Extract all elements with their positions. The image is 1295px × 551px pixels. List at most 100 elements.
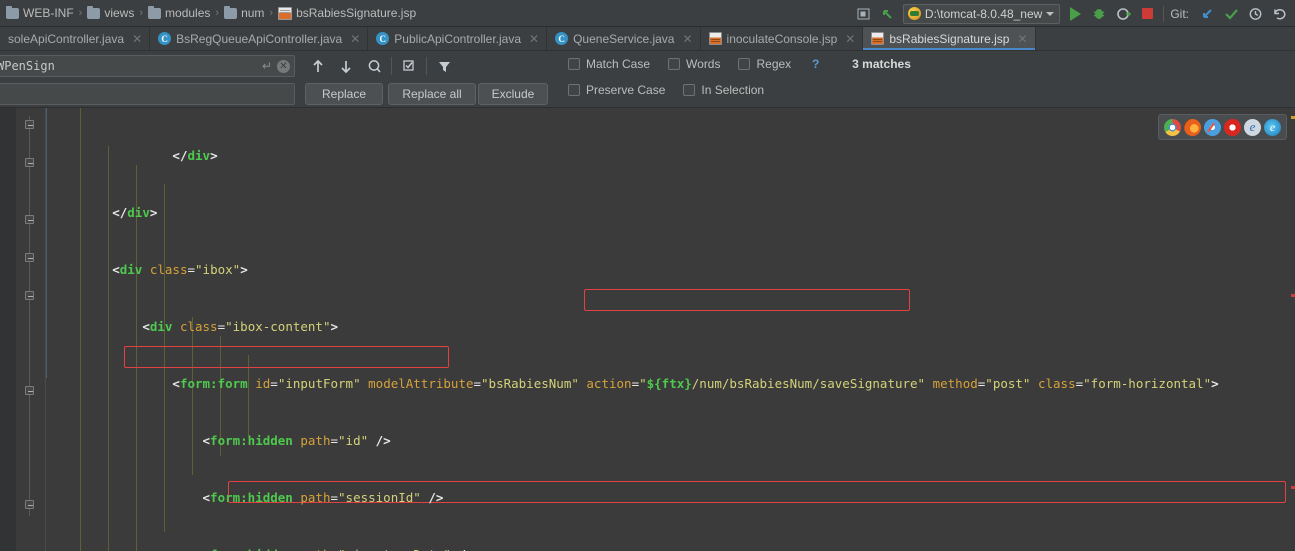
exclude-button[interactable]: Exclude [478,83,548,105]
select-all-occurrences-icon[interactable] [396,55,422,77]
tab-inoculateConsole[interactable]: inoculateConsole.jsp ✕ [701,27,864,50]
debug-icon[interactable] [1087,2,1111,26]
preserve-case-checkbox[interactable]: Preserve Case [568,83,665,97]
regex-label: Regex [756,57,792,71]
top-toolbar: WEB-INF › views › modules › num › bsRabi… [0,0,1295,27]
checkbox-box [683,84,696,96]
run-icon[interactable] [1063,2,1087,26]
tab-label: soleApiController.java [8,31,125,46]
edge-icon[interactable]: e [1264,118,1281,136]
tab-label: PublicApiController.java [394,31,522,46]
breadcrumb-separator: › [139,7,144,19]
tab-PublicApiController[interactable]: C PublicApiController.java ✕ [368,27,548,50]
history-icon[interactable] [1243,2,1267,26]
run-configuration-selector[interactable]: D:\tomcat-8.0.48_new [902,3,1061,24]
breadcrumb-item-num[interactable]: num [224,5,265,20]
toolbar-actions: D:\tomcat-8.0.48_new Git: [852,0,1291,27]
scrollbar-marker[interactable] [1291,294,1295,297]
folder-icon [148,5,162,19]
code-line: </div> [112,205,158,220]
code-editor[interactable]: </div> </div> <div class="ibox"> <div cl… [0,108,1295,551]
chrome-icon[interactable] [1164,118,1181,136]
find-options-row-1: Match Case Words Regex ? 3 matches [568,57,911,71]
fold-toggle-icon[interactable] [25,120,34,129]
code-line: <div class="ibox"> [112,262,248,277]
tab-BsRegQueueApiController[interactable]: C BsRegQueueApiController.java ✕ [150,27,369,50]
find-replace-panel: WPenSign ↵ ✕ Replace Replace all Exclude… [0,51,1295,108]
fold-region-line [29,116,30,516]
breadcrumb-label: num [241,6,265,20]
folder-icon [87,5,101,19]
firefox-icon[interactable] [1184,118,1201,136]
find-divider [391,57,392,75]
fold-toggle-icon[interactable] [25,386,34,395]
gutter-annotation-strip [0,108,16,551]
tab-QueneService[interactable]: C QueneService.java ✕ [547,27,701,50]
update-project-icon[interactable] [1195,2,1219,26]
code-line: <form:form id="inputForm" modelAttribute… [172,376,1219,391]
tomcat-icon [907,7,921,20]
tab-soleApiController[interactable]: soleApiController.java ✕ [0,27,151,50]
prev-occurrence-icon[interactable] [305,55,331,77]
code-line: <div class="ibox-content"> [142,319,339,334]
help-icon[interactable]: ? [809,57,822,71]
next-occurrence-icon[interactable] [333,55,359,77]
toolbar-divider [1163,5,1165,22]
code-line: <form:hidden path="signatureData" /> [46,545,1295,551]
breadcrumb-separator: › [78,7,83,19]
editor-gutter[interactable] [0,108,46,551]
match-case-label: Match Case [586,57,651,71]
search-input[interactable]: WPenSign ↵ ✕ [0,55,295,77]
back-arrow-icon[interactable] [876,2,900,26]
breadcrumb-separator: › [269,7,274,19]
tab-label: inoculateConsole.jsp [726,31,838,46]
rollback-icon[interactable] [1267,2,1291,26]
run-coverage-icon[interactable] [1111,2,1135,26]
close-icon[interactable]: ✕ [132,32,142,46]
in-selection-label: In Selection [701,83,765,97]
java-class-icon: C [376,32,390,45]
tab-label: bsRabiesSignature.jsp [889,31,1010,46]
close-icon[interactable]: ✕ [682,32,692,46]
filter-icon[interactable] [431,55,457,77]
fold-toggle-icon[interactable] [25,253,34,262]
breadcrumb-item-views[interactable]: views [87,5,134,20]
code-content[interactable]: </div> </div> <div class="ibox"> <div cl… [46,108,1295,551]
fold-toggle-icon[interactable] [25,500,34,509]
match-case-checkbox[interactable]: Match Case [568,57,650,71]
close-icon[interactable]: ✕ [350,32,360,46]
close-icon[interactable]: ✕ [845,32,855,46]
breadcrumb-item-web-inf[interactable]: WEB-INF [6,5,74,20]
close-icon[interactable]: ✕ [529,32,539,46]
chevron-down-icon [1046,11,1055,16]
words-checkbox[interactable]: Words [668,57,720,71]
in-selection-checkbox[interactable]: In Selection [683,83,764,97]
code-line: <form:hidden path="sessionId" /> [202,490,444,505]
words-label: Words [686,57,721,71]
safari-icon[interactable] [1204,118,1221,136]
fold-toggle-icon[interactable] [25,291,34,300]
replace-button[interactable]: Replace [305,83,383,105]
breadcrumb-item-modules[interactable]: modules [148,5,210,20]
regex-checkbox[interactable]: Regex [738,57,791,71]
code-line: <form:hidden path="id" /> [202,433,391,448]
replace-all-button[interactable]: Replace all [388,83,476,105]
clear-search-icon[interactable]: ✕ [277,59,290,73]
replace-input[interactable] [0,83,295,105]
internet-explorer-icon[interactable]: e [1244,118,1261,136]
close-icon[interactable]: ✕ [1017,32,1027,46]
fold-toggle-icon[interactable] [25,215,34,224]
select-in-icon[interactable] [852,2,876,26]
stop-icon[interactable] [1135,2,1159,26]
jsp-file-icon [278,6,293,20]
folder-icon [6,5,19,19]
jsp-file-icon [871,32,885,45]
find-all-icon[interactable] [361,55,387,77]
breadcrumb-item-file[interactable]: bsRabiesSignature.jsp [278,6,416,20]
tab-bsRabiesSignature[interactable]: bsRabiesSignature.jsp ✕ [863,27,1036,50]
scrollbar-marker[interactable] [1291,486,1295,489]
commit-icon[interactable] [1219,2,1243,26]
opera-icon[interactable] [1224,118,1241,136]
scrollbar-marker[interactable] [1291,116,1295,119]
fold-toggle-icon[interactable] [25,158,34,167]
